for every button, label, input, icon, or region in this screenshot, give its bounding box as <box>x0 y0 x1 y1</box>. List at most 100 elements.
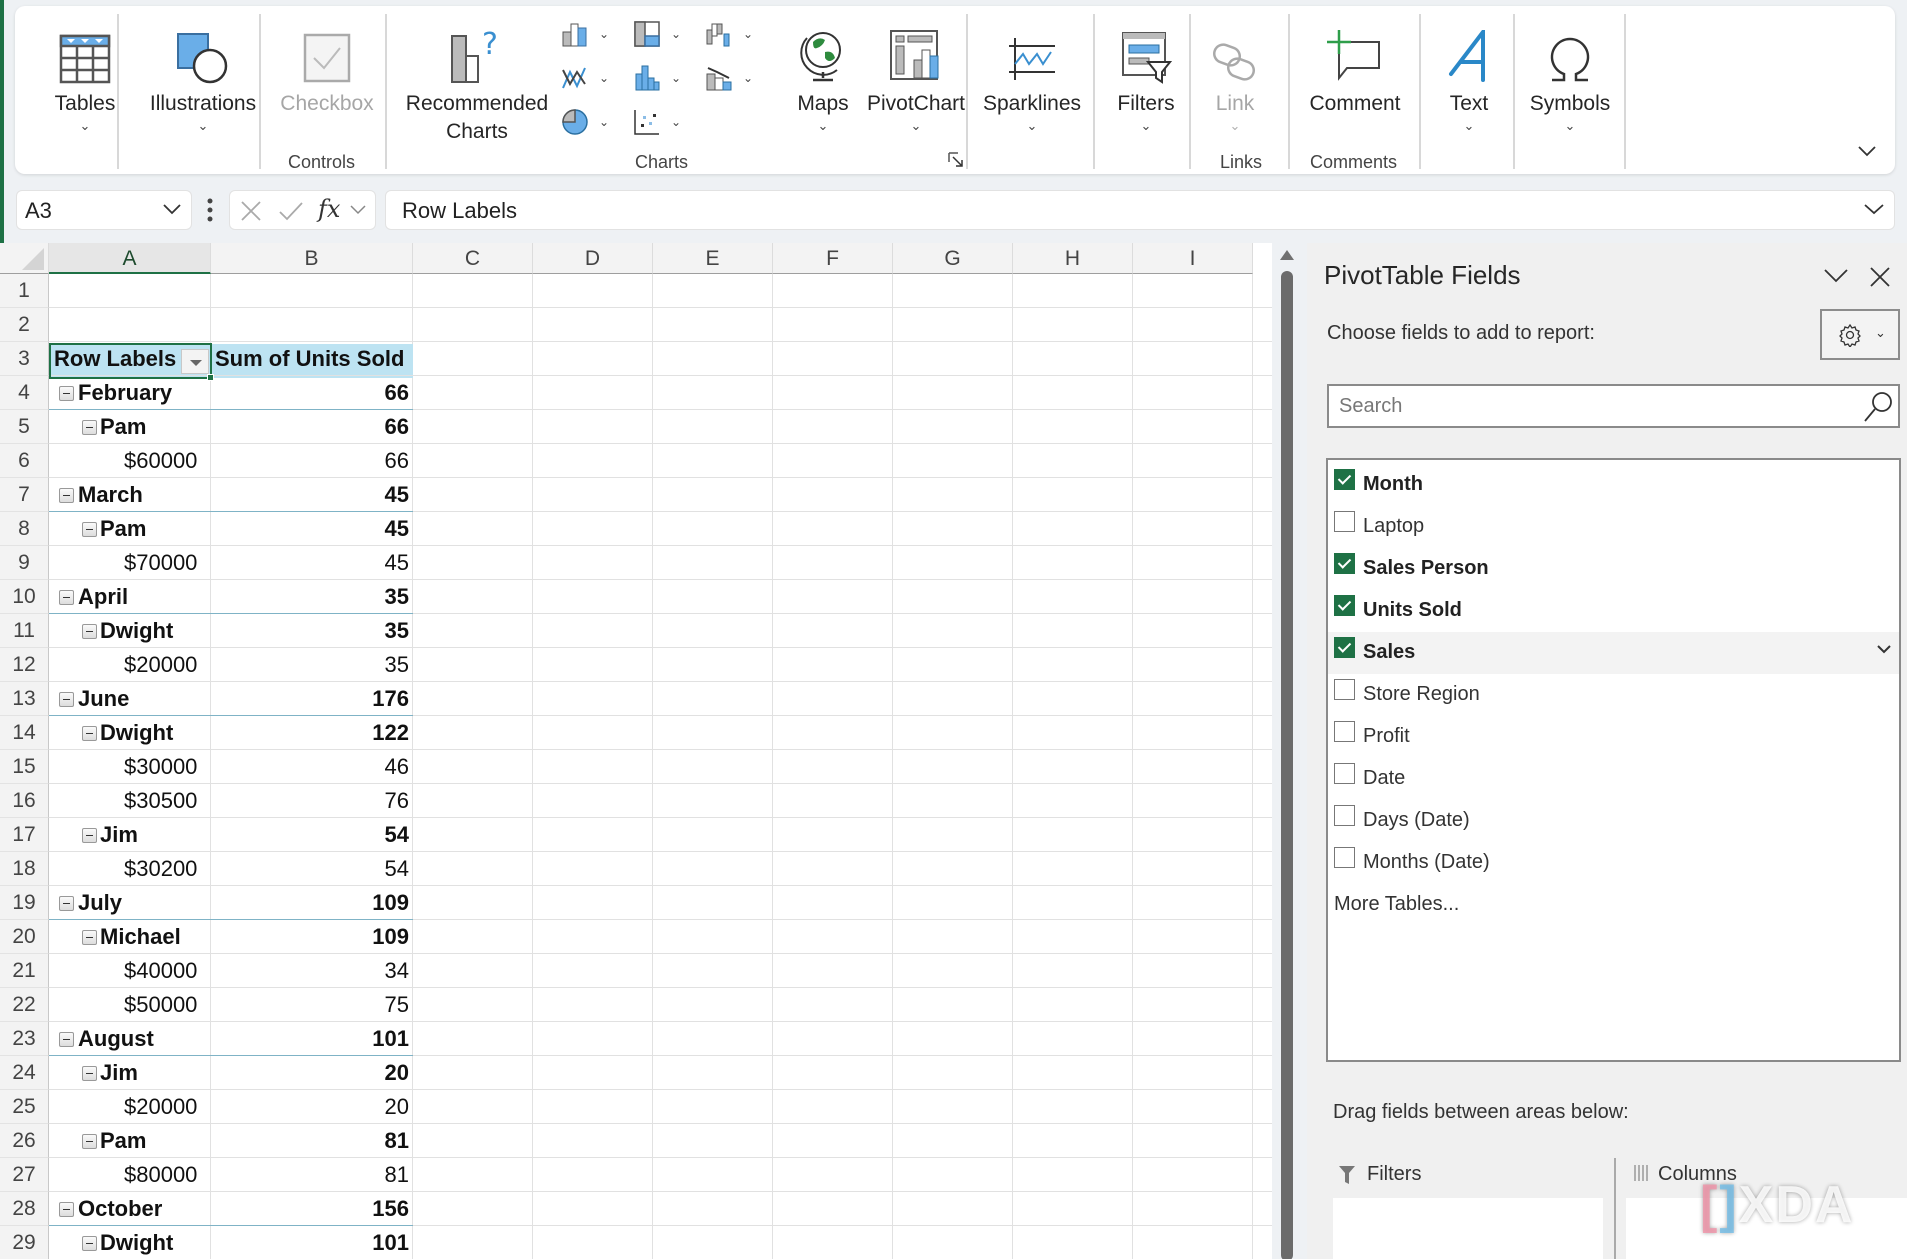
more-tables-link[interactable]: More Tables... <box>1334 893 1459 916</box>
collapse-button-icon[interactable] <box>82 1134 97 1149</box>
pivot-units-value[interactable]: 45 <box>211 546 409 580</box>
fill-handle[interactable] <box>207 374 214 381</box>
pivot-units-value[interactable]: 101 <box>211 1226 409 1259</box>
checkbox-checked[interactable] <box>1334 637 1355 658</box>
pivot-sales-label[interactable]: $20000 <box>124 648 197 682</box>
worksheet-grid[interactable]: A B C D E F G H I 1 2 3 Row Labels Sum of Units Sold 4… <box>0 243 1272 1259</box>
pivot-units-value[interactable]: 45 <box>211 478 409 512</box>
pivot-salesperson-label[interactable]: Jim <box>100 1056 138 1090</box>
waterfall-chart-button[interactable]: ⌄ <box>705 20 753 48</box>
collapse-button-icon[interactable] <box>82 726 97 741</box>
chevron-down-icon[interactable] <box>350 205 366 215</box>
row-header-15[interactable]: 15 <box>0 750 49 784</box>
collapse-button-icon[interactable] <box>82 522 97 537</box>
pivot-units-value[interactable]: 34 <box>211 954 409 988</box>
pivot-units-value[interactable]: 109 <box>211 920 409 954</box>
collapse-button-icon[interactable] <box>82 1236 97 1251</box>
checkbox-unchecked[interactable] <box>1334 721 1355 742</box>
pivotchart-button[interactable]: PivotChart ⌄ <box>858 6 974 135</box>
pivot-salesperson-label[interactable]: Pam <box>100 410 146 444</box>
pivot-month-label[interactable]: April <box>78 580 128 614</box>
scrollbar-thumb[interactable] <box>1281 271 1293 1259</box>
column-header-h[interactable]: H <box>1013 243 1133 274</box>
pivot-salesperson-label[interactable]: Jim <box>100 818 138 852</box>
collapse-button-icon[interactable] <box>59 1202 74 1217</box>
collapse-button-icon[interactable] <box>59 488 74 503</box>
column-header-a[interactable]: A <box>49 243 211 274</box>
sparklines-button[interactable]: Sparklines ⌄ <box>975 6 1089 135</box>
row-header-18[interactable]: 18 <box>0 852 49 886</box>
column-header-c[interactable]: C <box>413 243 533 274</box>
column-chart-button[interactable]: ⌄ <box>561 20 609 48</box>
pivot-units-value[interactable]: 66 <box>211 376 409 410</box>
checkbox-unchecked[interactable] <box>1334 511 1355 532</box>
pivot-month-label[interactable]: August <box>78 1022 154 1056</box>
filters-button[interactable]: Filters ⌄ <box>1101 6 1191 135</box>
statistic-chart-button[interactable]: ⌄ <box>633 64 681 92</box>
row-header-14[interactable]: 14 <box>0 716 49 750</box>
collapse-button-icon[interactable] <box>59 896 74 911</box>
checkbox-button[interactable]: Checkbox <box>277 6 377 117</box>
pivot-salesperson-label[interactable]: Pam <box>100 512 146 546</box>
more-options-icon[interactable] <box>206 196 214 224</box>
field-item[interactable]: Sales Person <box>1328 548 1899 590</box>
pivot-units-value[interactable]: 176 <box>211 682 409 716</box>
field-item[interactable]: Laptop <box>1328 506 1899 548</box>
row-header-26[interactable]: 26 <box>0 1124 49 1158</box>
row-header-6[interactable]: 6 <box>0 444 49 478</box>
row-header-9[interactable]: 9 <box>0 546 49 580</box>
select-all-button[interactable] <box>0 243 49 274</box>
pivot-sales-label[interactable]: $50000 <box>124 988 197 1022</box>
pivot-sales-label[interactable]: $20000 <box>124 1090 197 1124</box>
pivot-salesperson-label[interactable]: Dwight <box>100 716 173 750</box>
pivot-month-label[interactable]: October <box>78 1192 162 1226</box>
maps-button[interactable]: Maps ⌄ <box>781 6 865 135</box>
pivot-sales-label[interactable]: $30000 <box>124 750 197 784</box>
vertical-scrollbar[interactable] <box>1276 243 1298 1259</box>
dialog-launcher-icon[interactable] <box>948 152 964 168</box>
field-item[interactable]: Sales <box>1328 632 1899 674</box>
name-box[interactable]: A3 <box>16 190 192 230</box>
row-header-22[interactable]: 22 <box>0 988 49 1022</box>
row-header-7[interactable]: 7 <box>0 478 49 512</box>
checkbox-unchecked[interactable] <box>1334 679 1355 700</box>
pivot-units-value[interactable]: 20 <box>211 1056 409 1090</box>
checkbox-unchecked[interactable] <box>1334 847 1355 868</box>
pivot-units-value[interactable]: 81 <box>211 1158 409 1192</box>
row-header-11[interactable]: 11 <box>0 614 49 648</box>
pivot-month-label[interactable]: June <box>78 682 129 716</box>
field-list-settings-button[interactable]: ⌄ <box>1820 309 1900 360</box>
pivot-units-value[interactable]: 122 <box>211 716 409 750</box>
collapse-button-icon[interactable] <box>59 386 74 401</box>
pivot-units-value[interactable]: 45 <box>211 512 409 546</box>
checkbox-unchecked[interactable] <box>1334 805 1355 826</box>
pivot-units-value[interactable]: 35 <box>211 614 409 648</box>
row-header-28[interactable]: 28 <box>0 1192 49 1226</box>
pivot-units-value[interactable]: 54 <box>211 818 409 852</box>
collapse-button-icon[interactable] <box>59 1032 74 1047</box>
pivot-sales-label[interactable]: $30500 <box>124 784 197 818</box>
ribbon-expand-icon[interactable] <box>1857 144 1877 158</box>
field-item[interactable]: Date <box>1328 758 1899 800</box>
pivot-units-value[interactable]: 35 <box>211 648 409 682</box>
pivot-month-label[interactable]: March <box>78 478 143 512</box>
pivot-units-value[interactable]: 20 <box>211 1090 409 1124</box>
pivot-units-value[interactable]: 66 <box>211 444 409 478</box>
row-header-2[interactable]: 2 <box>0 308 49 342</box>
row-header-24[interactable]: 24 <box>0 1056 49 1090</box>
formula-input[interactable]: Row Labels <box>385 190 1895 230</box>
checkbox-checked[interactable] <box>1334 553 1355 574</box>
row-header-4[interactable]: 4 <box>0 376 49 410</box>
filters-drop-area[interactable] <box>1333 1198 1603 1259</box>
link-button[interactable]: Link ⌄ <box>1195 6 1275 135</box>
column-header-g[interactable]: G <box>893 243 1013 274</box>
pie-chart-button[interactable]: ⌄ <box>561 108 609 136</box>
row-header-5[interactable]: 5 <box>0 410 49 444</box>
close-icon[interactable] <box>1870 267 1890 287</box>
row-header-17[interactable]: 17 <box>0 818 49 852</box>
collapse-button-icon[interactable] <box>82 828 97 843</box>
collapse-button-icon[interactable] <box>59 692 74 707</box>
row-header-19[interactable]: 19 <box>0 886 49 920</box>
row-header-27[interactable]: 27 <box>0 1158 49 1192</box>
pivot-units-value[interactable]: 54 <box>211 852 409 886</box>
